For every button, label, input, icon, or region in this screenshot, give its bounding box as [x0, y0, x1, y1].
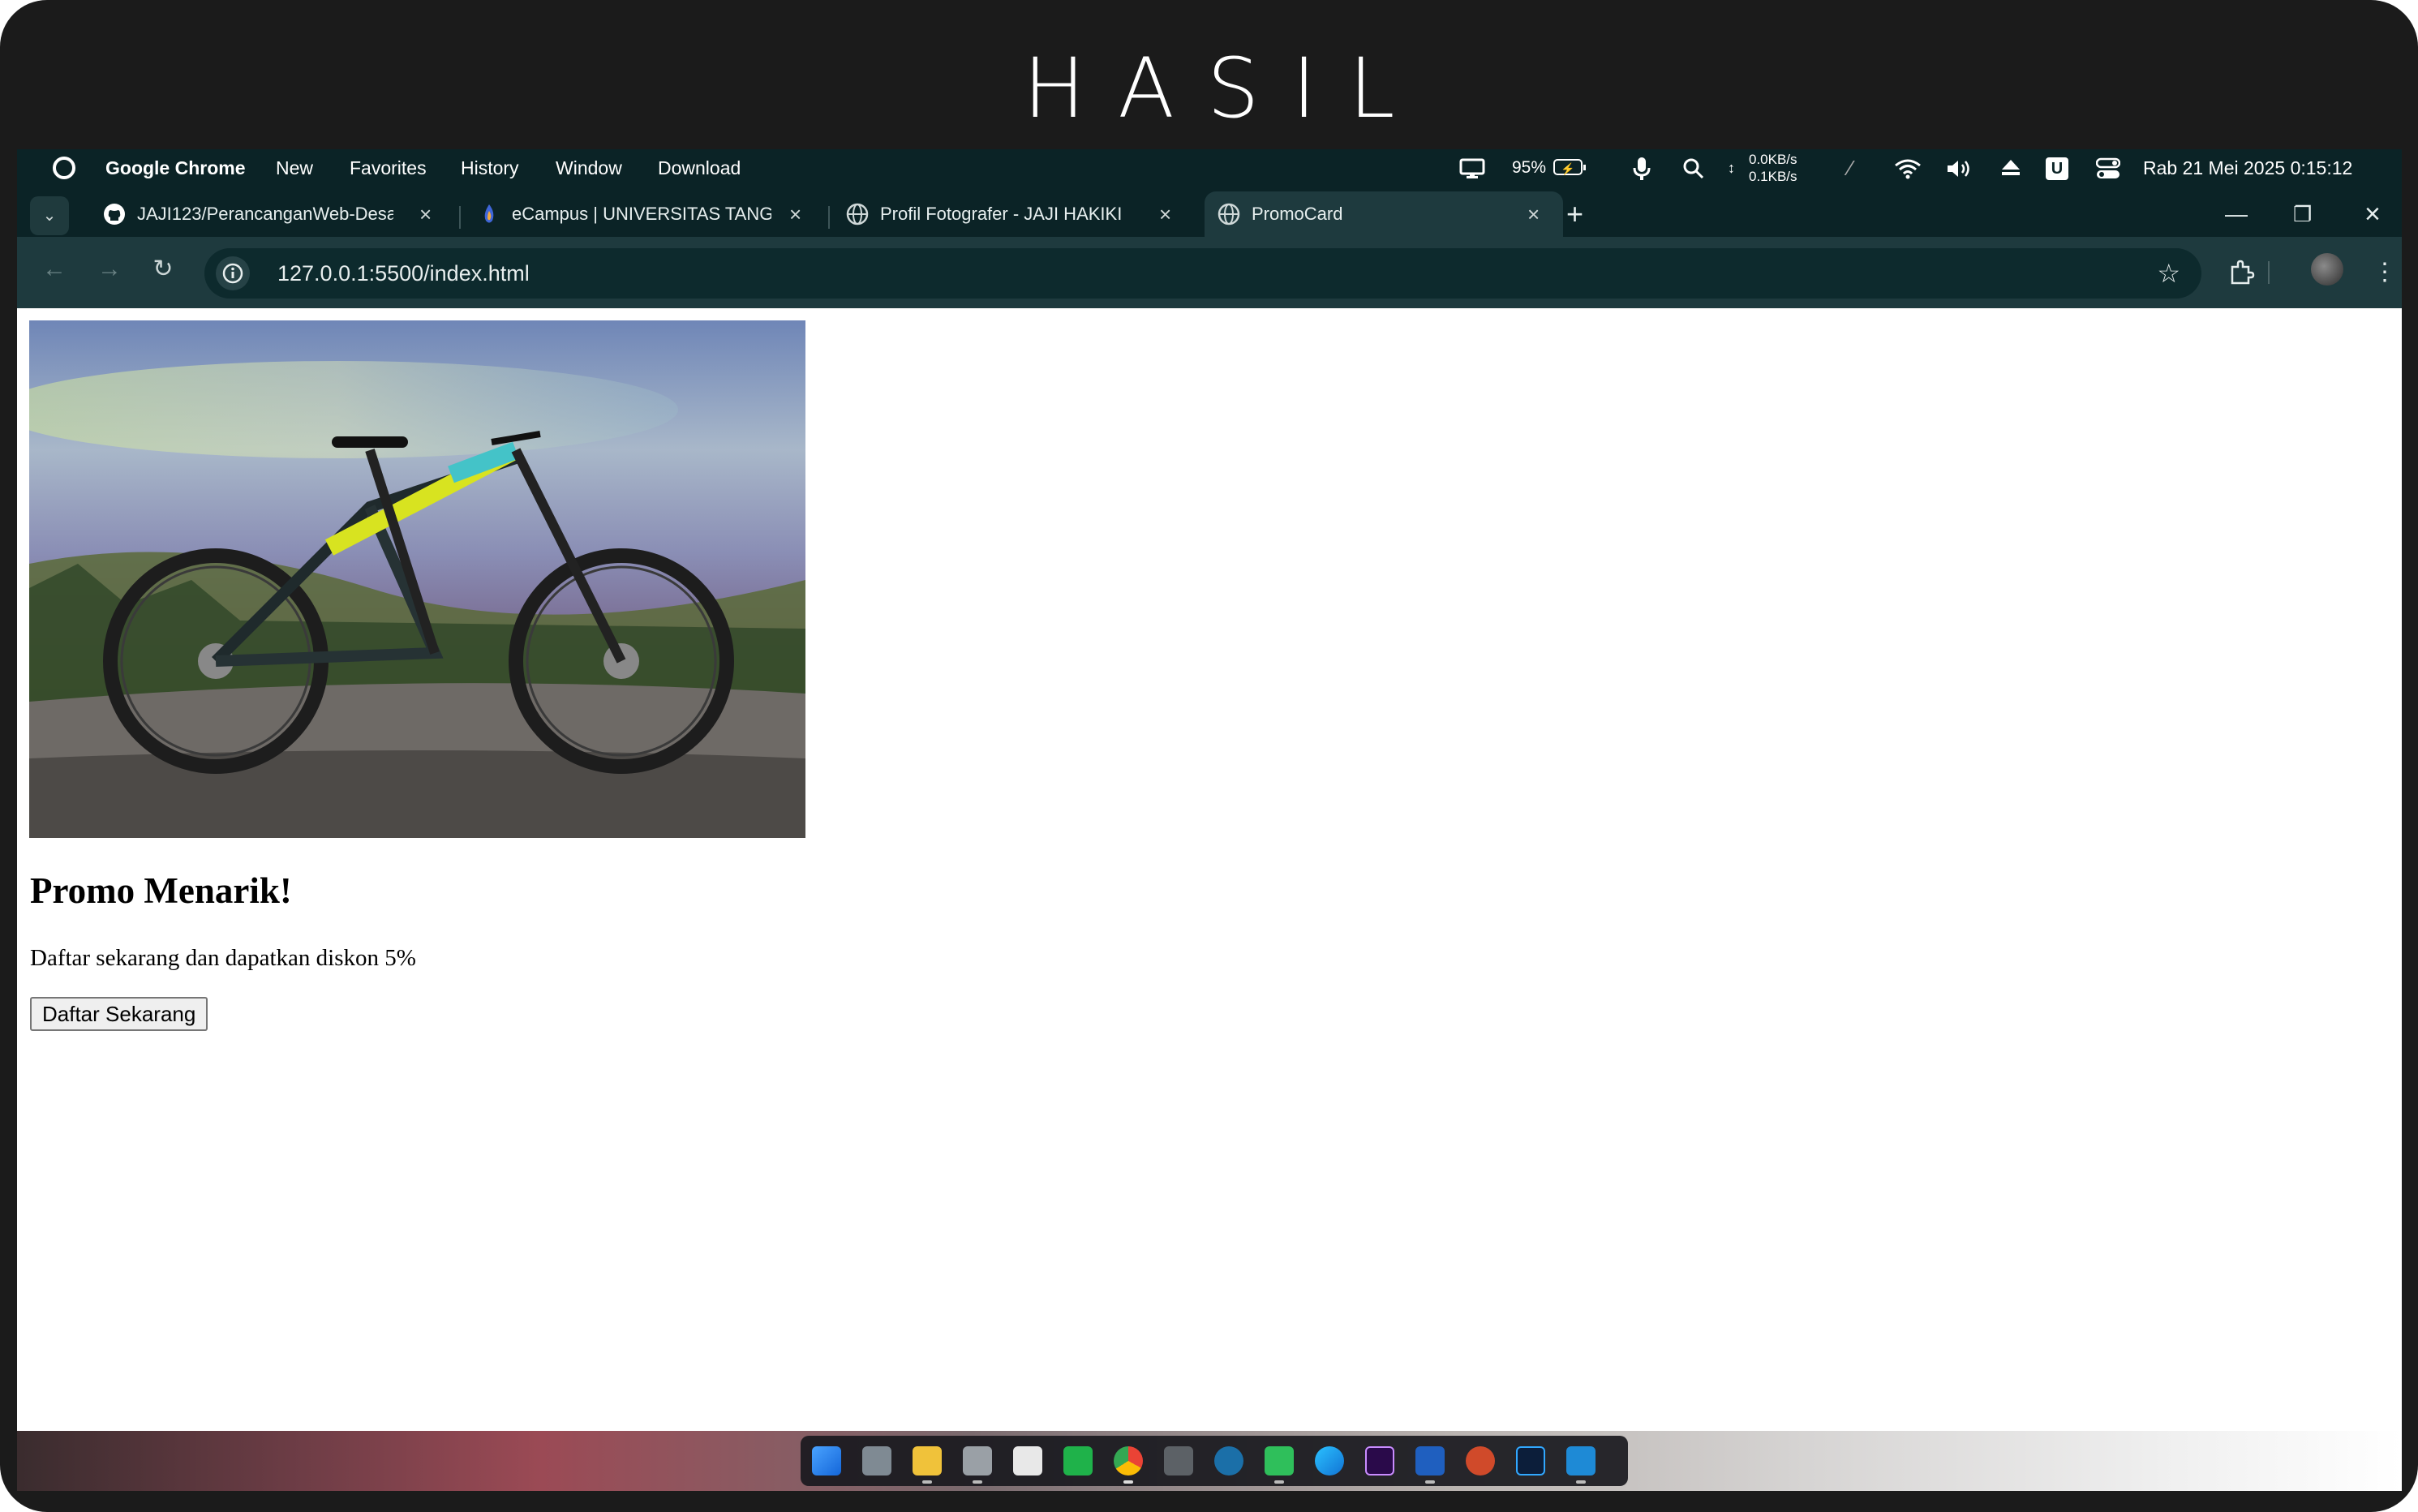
sheets-icon[interactable]	[1265, 1446, 1294, 1475]
menu-download[interactable]: Download	[658, 149, 741, 187]
wifi-icon[interactable]	[1894, 158, 1922, 179]
photoshop-icon[interactable]	[1516, 1446, 1545, 1475]
task-view-icon[interactable]	[862, 1446, 891, 1475]
running-indicator	[922, 1480, 932, 1484]
screen: Google Chrome New Favorites History Wind…	[17, 149, 2402, 1491]
menu-history[interactable]: History	[461, 149, 519, 187]
address-bar[interactable]: 127.0.0.1:5500/index.html ☆	[204, 248, 2201, 299]
kebab-menu-icon[interactable]: ⋮	[2373, 251, 2397, 294]
spreadsheet-icon[interactable]	[1063, 1446, 1093, 1475]
app-circle-icon[interactable]	[53, 157, 75, 179]
tab-github[interactable]: JAJI123/PerancanganWeb-Desa ×	[90, 191, 450, 237]
windows-start-icon[interactable]	[812, 1446, 841, 1475]
promo-description: Daftar sekarang dan dapatkan diskon 5%	[30, 945, 416, 971]
close-icon[interactable]: ×	[419, 191, 432, 237]
banner-title: HASIL	[1023, 41, 1428, 137]
tab-label: Profil Fotografer - JAJI HAKIKI	[880, 204, 1123, 224]
tab-ecampus[interactable]: eCampus | UNIVERSITAS TANGE ×	[465, 191, 825, 237]
bookmark-star-icon[interactable]: ☆	[2157, 248, 2180, 299]
word-icon[interactable]	[1415, 1446, 1445, 1475]
tab-label: JAJI123/PerancanganWeb-Desa	[137, 204, 393, 224]
volume-icon[interactable]	[1946, 158, 1973, 179]
ecampus-icon	[484, 204, 494, 223]
globe-icon	[1218, 203, 1240, 226]
promo-heading: Promo Menarik!	[30, 870, 292, 911]
tray-badge[interactable]: U	[2046, 157, 2068, 180]
toolbar-divider	[2268, 261, 2270, 284]
tab-label: PromoCard	[1252, 204, 1343, 224]
powerpoint-icon[interactable]	[1466, 1446, 1495, 1475]
monitor-icon[interactable]	[1459, 158, 1485, 179]
profile-avatar[interactable]	[2311, 253, 2343, 286]
datetime: Rab 21 Mei 2025 0:15:12	[2143, 157, 2353, 178]
running-indicator	[973, 1480, 982, 1484]
close-window-icon[interactable]: ×	[2364, 191, 2381, 237]
drive-icon[interactable]	[963, 1446, 992, 1475]
new-tab-plus-icon[interactable]: +	[1566, 191, 1583, 237]
bluetooth-off-icon[interactable]: ⁄	[1849, 149, 1852, 187]
extensions-icon[interactable]	[2228, 251, 2256, 294]
menu-new[interactable]: New	[276, 149, 313, 187]
url-text[interactable]: 127.0.0.1:5500/index.html	[277, 248, 530, 299]
info-circle-icon	[222, 263, 243, 284]
steam-icon[interactable]	[1214, 1446, 1243, 1475]
close-icon[interactable]: ×	[1527, 191, 1540, 237]
app-icon[interactable]	[1164, 1446, 1193, 1475]
close-icon[interactable]: ×	[789, 191, 801, 237]
minimize-icon[interactable]: —	[2225, 191, 2248, 237]
microphone-icon[interactable]	[1633, 157, 1651, 181]
app-menu-name[interactable]: Google Chrome	[105, 149, 246, 187]
file-explorer-icon[interactable]	[913, 1446, 942, 1475]
battery-percent: 95%	[1512, 158, 1547, 177]
search-icon[interactable]	[1683, 158, 1704, 179]
menu-favorites[interactable]: Favorites	[350, 149, 427, 187]
running-indicator	[1576, 1480, 1586, 1484]
tab-strip: ⌄ JAJI123/PerancanganWeb-Desa × eCampus …	[17, 187, 2402, 237]
chrome-icon[interactable]	[1114, 1446, 1143, 1475]
running-indicator	[1274, 1480, 1284, 1484]
tab-search-chevron-icon[interactable]: ⌄	[30, 196, 69, 235]
taskbar-apps	[801, 1436, 1628, 1486]
control-center-icon[interactable]	[2096, 157, 2120, 180]
reload-icon[interactable]: ↻	[147, 253, 179, 286]
tab-profil-fotografer[interactable]: Profil Fotografer - JAJI HAKIKI ×	[833, 191, 1193, 237]
menu-window[interactable]: Window	[556, 149, 622, 187]
net-down-speed: 0.0KB/s	[1749, 152, 1797, 167]
back-arrow-icon[interactable]: ←	[38, 253, 71, 286]
tab-label: eCampus | UNIVERSITAS TANGE	[512, 204, 771, 224]
updown-arrows-icon: ↕	[1728, 160, 1735, 176]
tab-promocard[interactable]: PromoCard ×	[1205, 191, 1563, 237]
close-icon[interactable]: ×	[1159, 191, 1171, 237]
vscode-icon[interactable]	[1566, 1446, 1596, 1475]
taskbar	[17, 1431, 2402, 1491]
tab-divider	[828, 206, 830, 229]
system-top-bar: Google Chrome New Favorites History Wind…	[17, 149, 2402, 187]
premiere-icon[interactable]	[1365, 1446, 1394, 1475]
device-frame: HASIL Google Chrome New Favorites Histor…	[0, 0, 2418, 1512]
page-viewport: Promo Menarik! Daftar sekarang dan dapat…	[17, 308, 2402, 1418]
battery-icon[interactable]: ⚡	[1553, 159, 1586, 175]
running-indicator	[1123, 1480, 1133, 1484]
restore-icon[interactable]: ❐	[2293, 191, 2312, 237]
tab-divider	[459, 206, 461, 229]
github-icon	[104, 204, 125, 225]
bicycle-photo	[29, 320, 805, 838]
forward-arrow-icon[interactable]: →	[93, 253, 126, 286]
toolbar: ← → ↻ 127.0.0.1:5500/index.html ☆ ⋮	[17, 237, 2402, 308]
site-info-icon[interactable]	[216, 256, 250, 290]
edge-icon[interactable]	[1315, 1446, 1344, 1475]
daftar-sekarang-button[interactable]: Daftar Sekarang	[30, 997, 208, 1031]
globe-icon	[846, 203, 869, 226]
eject-icon[interactable]	[2000, 159, 2021, 177]
net-up-speed: 0.1KB/s	[1749, 169, 1797, 184]
running-indicator	[1425, 1480, 1435, 1484]
microsoft-store-icon[interactable]	[1013, 1446, 1042, 1475]
